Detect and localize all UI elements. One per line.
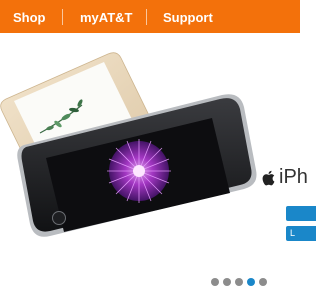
carousel-dot[interactable] <box>223 278 231 286</box>
carousel-dot[interactable] <box>259 278 267 286</box>
brand-text: iPh <box>279 166 308 188</box>
carousel-indicators <box>211 278 267 286</box>
shop-now-button[interactable] <box>286 206 316 221</box>
nav-divider <box>146 9 147 25</box>
iphone-product-image[interactable] <box>0 33 300 300</box>
nav-item-shop[interactable]: Shop <box>13 0 46 33</box>
carousel-dot[interactable] <box>247 278 255 286</box>
apple-logo-icon <box>262 170 275 185</box>
nav-divider <box>62 9 63 25</box>
top-nav-bar: Shop myAT&T Support <box>0 0 300 33</box>
product-brand-title: iPh <box>262 166 308 189</box>
carousel-dot[interactable] <box>235 278 243 286</box>
learn-more-button[interactable]: L <box>286 226 316 241</box>
nav-item-support[interactable]: Support <box>163 0 213 33</box>
carousel-dot[interactable] <box>211 278 219 286</box>
nav-item-myatt[interactable]: myAT&T <box>80 0 132 33</box>
hero-banner[interactable]: iPh L <box>0 33 316 300</box>
